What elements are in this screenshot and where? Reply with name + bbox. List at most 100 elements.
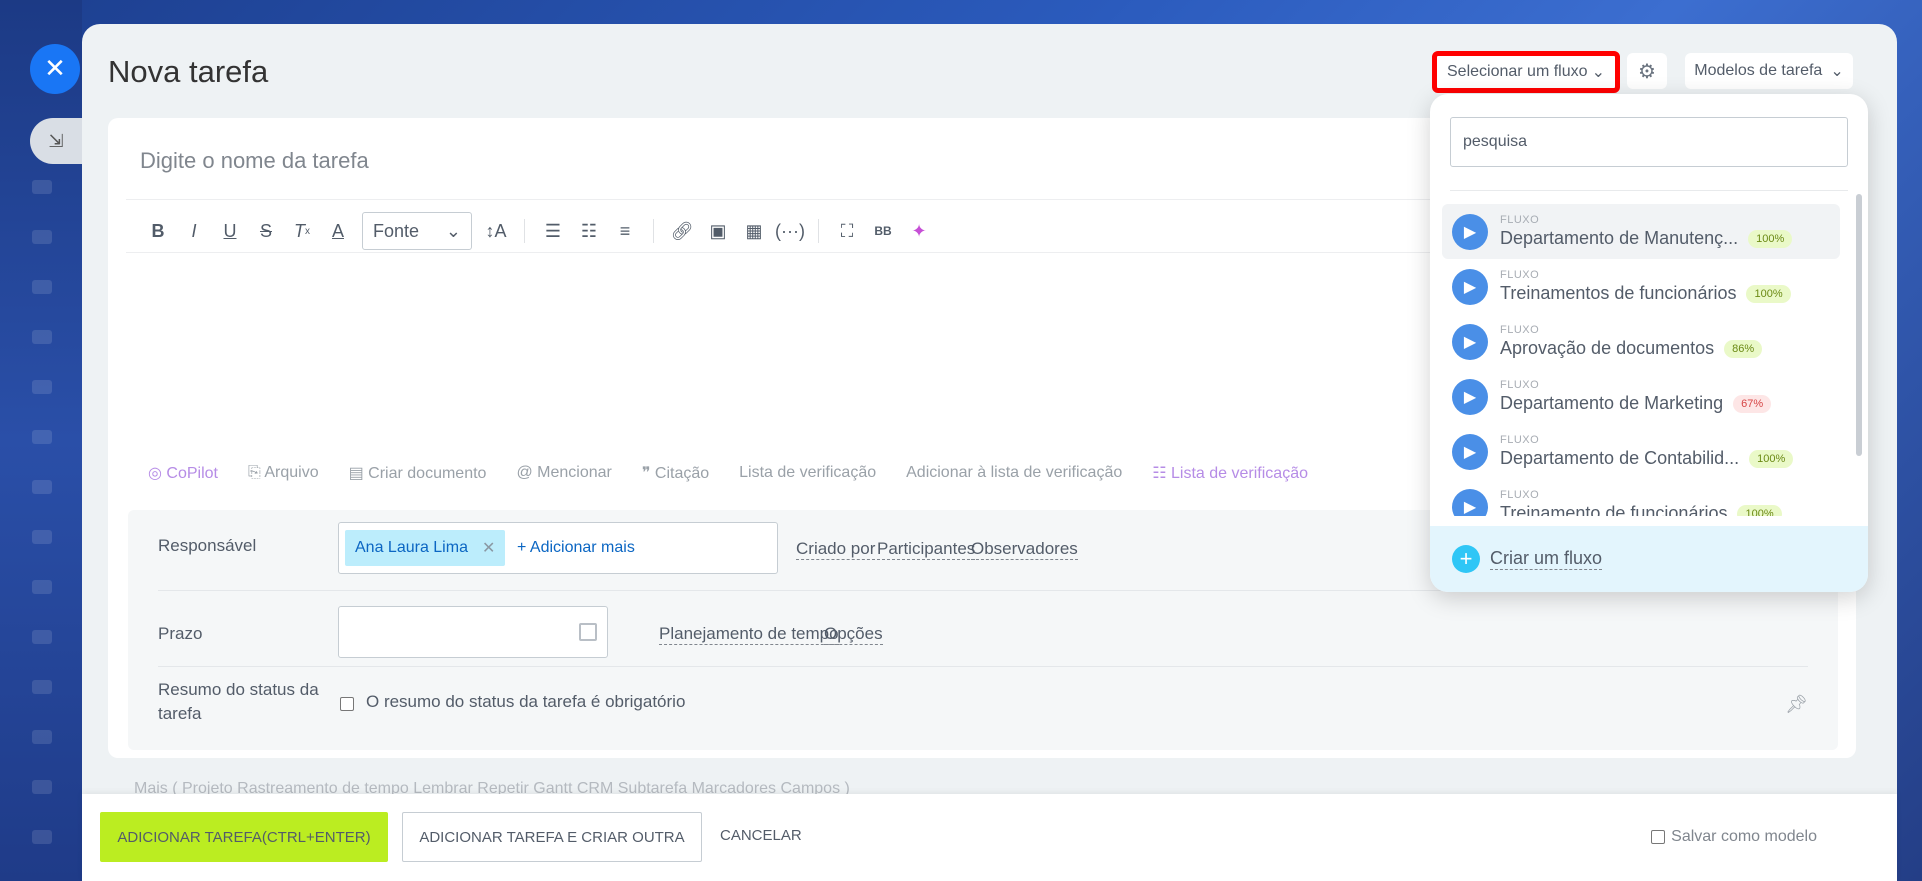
divider [158, 666, 1808, 667]
link-icon[interactable]: 🔗︎ [664, 213, 700, 249]
flow-name: Departamento de Contabilid... [1500, 448, 1740, 468]
bold-icon[interactable]: B [140, 213, 176, 249]
create-flow-button[interactable]: + Criar um fluxo [1430, 526, 1868, 592]
bg-icon [32, 780, 52, 794]
bg-icon [32, 380, 52, 394]
flow-dropdown: pesquisa ▶ FLUXO Departamento de Manuten… [1430, 94, 1868, 592]
editor-actions: ◎ CoPilot ⎘ Arquivo ▤ Criar documento @ … [148, 463, 1308, 483]
close-slider-button[interactable]: ✕ [30, 44, 80, 94]
assignee-chip[interactable]: Ana Laura Lima ✕ [345, 530, 506, 566]
flow-icon: ▶ [1452, 378, 1488, 415]
bg-icon [32, 830, 52, 844]
bg-icon [32, 680, 52, 694]
time-planning-link[interactable]: Planejamento de tempo [659, 624, 839, 645]
flow-tag: FLUXO [1500, 489, 1540, 501]
save-as-template[interactable]: Salvar como modelo [1651, 828, 1817, 846]
bg-icon [32, 230, 52, 244]
bg-icon [32, 330, 52, 344]
divider [1450, 190, 1848, 191]
bg-icon [32, 180, 52, 194]
code-icon[interactable]: (···) [772, 213, 808, 249]
task-templates-label: Modelos de tarefa [1694, 62, 1823, 79]
flow-tag: FLUXO [1500, 214, 1540, 226]
task-templates-button[interactable]: Modelos de tarefa ⌄ [1685, 53, 1853, 89]
image-icon[interactable]: ▣ [700, 213, 736, 249]
italic-icon[interactable]: I [176, 213, 212, 249]
clear-format-icon[interactable]: Tx [284, 213, 320, 249]
flow-icon: ▶ [1452, 268, 1488, 305]
flow-item[interactable]: ▶ FLUXO Treinamento de funcionários 100% [1442, 479, 1840, 516]
flow-tag: FLUXO [1500, 379, 1540, 391]
dropdown-scrollbar[interactable] [1856, 194, 1862, 456]
flow-item[interactable]: ▶ FLUXO Departamento de Marketing 67% [1442, 369, 1840, 424]
cancel-button[interactable]: CANCELAR [720, 827, 802, 844]
flow-tag: FLUXO [1500, 269, 1540, 281]
fullscreen-icon[interactable]: ⛶ [829, 213, 865, 249]
deadline-label: Prazo [158, 624, 203, 643]
copilot-action[interactable]: ◎ CoPilot [148, 463, 218, 483]
created-by-link[interactable]: Criado por [796, 539, 876, 560]
select-flow-label: Selecionar um fluxo [1447, 63, 1588, 80]
efficiency-badge: 100% [1749, 449, 1794, 468]
ai-image-icon[interactable]: ✦ [901, 213, 937, 249]
attach-file-action[interactable]: ⎘ Arquivo [248, 464, 319, 482]
save-template-label: Salvar como modelo [1671, 828, 1817, 845]
create-document-action[interactable]: ▤ Criar documento [349, 463, 487, 483]
text-color-icon[interactable]: A [320, 213, 356, 249]
collapse-slider-button[interactable]: ⇲ [30, 118, 82, 164]
chevron-down-icon: ⌄ [1591, 64, 1605, 81]
calendar-icon[interactable] [579, 623, 597, 641]
bg-icon [32, 580, 52, 594]
task-name-input[interactable]: Digite o nome da tarefa [140, 148, 369, 174]
bg-icon [32, 630, 52, 644]
align-icon[interactable]: ≡ [607, 213, 643, 249]
gear-icon: ⚙ [1638, 60, 1656, 83]
flow-item[interactable]: ▶ FLUXO Departamento de Manutenç... 100% [1442, 204, 1840, 259]
bullet-list-icon[interactable]: ☷ [571, 213, 607, 249]
bg-icon [32, 430, 52, 444]
options-link[interactable]: Opções [824, 624, 883, 645]
strikethrough-icon[interactable]: S [248, 213, 284, 249]
formatting-toolbar: B I U S Tx A Fonte ⌄ ↕A ☰ ☷ ≡ 🔗︎ ▣ ▦ (··… [140, 211, 937, 251]
toolbar-separator [524, 219, 525, 243]
bg-icon [32, 730, 52, 744]
flow-name: Treinamento de funcionários [1500, 503, 1728, 516]
bbcode-icon[interactable]: BB [865, 213, 901, 249]
font-size-icon[interactable]: ↕A [478, 213, 514, 249]
save-template-checkbox[interactable] [1651, 830, 1666, 844]
flow-item[interactable]: ▶ FLUXO Aprovação de documentos 86% [1442, 314, 1840, 369]
efficiency-badge: 100% [1746, 284, 1791, 303]
efficiency-badge: 86% [1724, 339, 1763, 358]
flow-item[interactable]: ▶ FLUXO Departamento de Contabilid... 100… [1442, 424, 1840, 479]
flow-name: Treinamentos de funcionários [1500, 283, 1737, 303]
observers-link[interactable]: Observadores [971, 539, 1078, 560]
status-summary-checkbox-label: O resumo do status da tarefa é obrigatór… [366, 692, 686, 711]
settings-button[interactable]: ⚙ [1627, 53, 1667, 89]
mention-action[interactable]: @ Mencionar [516, 464, 611, 482]
table-icon[interactable]: ▦ [736, 213, 772, 249]
font-select[interactable]: Fonte ⌄ [362, 212, 472, 250]
status-summary-checkbox[interactable] [340, 697, 354, 711]
flow-item[interactable]: ▶ FLUXO Treinamentos de funcionários 100% [1442, 259, 1840, 314]
flow-name: Aprovação de documentos [1500, 338, 1715, 358]
responsible-field[interactable]: Ana Laura Lima ✕ + Adicionar mais [338, 522, 778, 574]
flow-search-input[interactable]: pesquisa [1450, 117, 1848, 167]
select-flow-button[interactable]: Selecionar um fluxo ⌄ [1432, 51, 1620, 93]
remove-icon[interactable]: ✕ [482, 538, 495, 558]
bg-icon [32, 280, 52, 294]
pin-icon[interactable]: 📌︎ [1785, 694, 1808, 715]
add-to-checklist-action[interactable]: Adicionar à lista de verificação [906, 464, 1122, 482]
flow-name: Departamento de Marketing [1500, 393, 1724, 413]
bg-icon [32, 480, 52, 494]
checklist-action[interactable]: Lista de verificação [739, 464, 876, 482]
deadline-input[interactable] [338, 606, 608, 658]
underline-icon[interactable]: U [212, 213, 248, 249]
toolbar-separator [653, 219, 654, 243]
numbered-list-icon[interactable]: ☰ [535, 213, 571, 249]
add-and-create-button[interactable]: ADICIONAR TAREFA E CRIAR OUTRA [402, 812, 702, 862]
add-task-button[interactable]: ADICIONAR TAREFA(CTRL+ENTER) [100, 812, 388, 862]
checklist-ai-action[interactable]: ☷ Lista de verificação [1152, 463, 1308, 483]
participants-link[interactable]: Participantes [877, 539, 976, 560]
add-more-link[interactable]: + Adicionar mais [517, 539, 635, 557]
quote-action[interactable]: ❞ Citação [642, 463, 709, 483]
